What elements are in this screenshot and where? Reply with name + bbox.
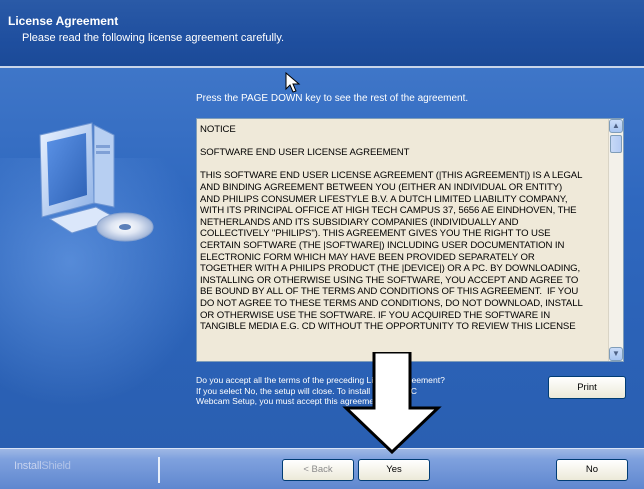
license-scrollbar[interactable]: ▲ ▼	[608, 119, 623, 361]
install-word: Install	[14, 460, 42, 472]
yes-button[interactable]: Yes	[358, 459, 430, 481]
license-text: NOTICE SOFTWARE END USER LICENSE AGREEME…	[200, 124, 583, 333]
no-button[interactable]: No	[556, 459, 628, 481]
print-button[interactable]: Print	[548, 376, 626, 399]
down-arrow-annotation-icon	[342, 352, 442, 454]
instruction-text: Press the PAGE DOWN key to see the rest …	[196, 93, 469, 104]
page-subtitle: Please read the following license agreem…	[22, 32, 285, 44]
installer-computer-icon	[39, 122, 154, 242]
license-textbox[interactable]: NOTICE SOFTWARE END USER LICENSE AGREEME…	[196, 118, 624, 362]
footer-separator	[158, 457, 160, 483]
back-button[interactable]: < Back	[282, 459, 354, 481]
shield-word: Shield	[41, 460, 71, 472]
page-title: License Agreement	[8, 14, 119, 28]
mouse-cursor-icon	[285, 72, 301, 93]
scroll-thumb[interactable]	[610, 135, 622, 153]
scroll-down-arrow-icon[interactable]: ▼	[609, 347, 623, 361]
installshield-logo: InstallShield	[14, 460, 71, 472]
header-banner: License Agreement Please read the follow…	[0, 0, 644, 66]
scroll-up-arrow-icon[interactable]: ▲	[609, 119, 623, 133]
